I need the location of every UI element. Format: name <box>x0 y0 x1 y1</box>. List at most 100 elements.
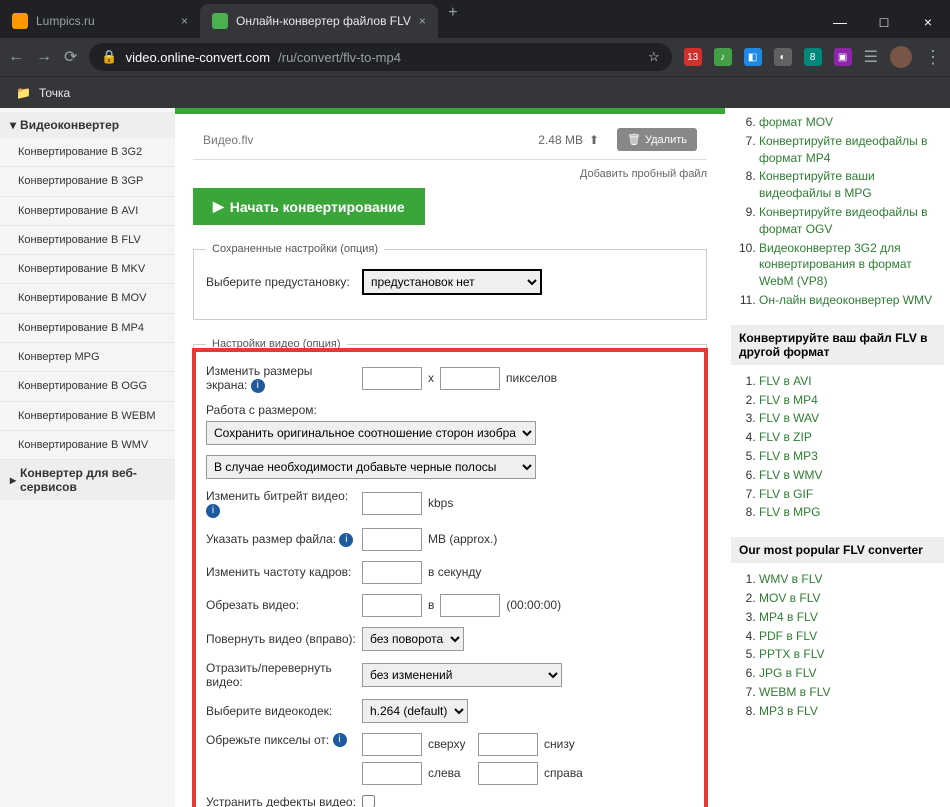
sidebar-item[interactable]: Конвертирование В MKV <box>0 255 175 284</box>
related-list-1: формат MOV Конвертируйте видеофайлы в фо… <box>735 114 940 309</box>
deinterlace-checkbox[interactable] <box>362 795 375 807</box>
deinterlace-label: Устранить дефекты видео: <box>206 795 356 807</box>
popular-list: WMV в FLV MOV в FLV MP4 в FLV PDF в FLV … <box>735 571 940 719</box>
bookmark-item[interactable]: Точка <box>39 86 70 100</box>
extension-icon[interactable]: ◧ <box>744 48 762 66</box>
popular-link[interactable]: MP4 в FLV <box>759 610 818 624</box>
cut-from-input[interactable] <box>362 594 422 617</box>
popular-link[interactable]: JPG в FLV <box>759 666 817 680</box>
url-path: /ru/convert/flv-to-mp4 <box>278 50 401 65</box>
cut-label: Обрезать видео: <box>206 598 356 612</box>
chrome-menu-icon[interactable]: ⋮ <box>924 47 942 68</box>
format-link[interactable]: FLV в MP4 <box>759 393 818 407</box>
crop-bottom-input[interactable] <box>478 733 538 756</box>
format-link[interactable]: FLV в WAV <box>759 411 819 425</box>
related-link[interactable]: формат MOV <box>759 115 833 129</box>
filesize-input[interactable] <box>362 528 422 551</box>
related-link[interactable]: Конвертируйте видеофайлы в формат MP4 <box>759 134 927 165</box>
sidebar-item[interactable]: Конвертирование В WMV <box>0 431 175 460</box>
cut-sep: в <box>428 598 434 612</box>
sidebar-item[interactable]: Конвертер MPG <box>0 343 175 372</box>
related-link[interactable]: Видеоконвертер 3G2 для конвертирования в… <box>759 241 912 289</box>
sidebar-section-webservices[interactable]: ▸ Конвертер для веб-сервисов <box>0 460 175 500</box>
info-icon[interactable]: i <box>251 379 265 393</box>
progress-bar <box>175 108 725 114</box>
sidebar-section-videoconverter[interactable]: ▾ Видеоконвертер <box>0 112 175 138</box>
back-icon[interactable]: ← <box>8 48 24 66</box>
crop-left-input[interactable] <box>362 762 422 785</box>
bars-select[interactable]: В случае необходимости добавьте черные п… <box>206 455 536 479</box>
popular-link[interactable]: PPTX в FLV <box>759 647 825 661</box>
minimize-icon[interactable]: — <box>818 6 862 38</box>
flip-select[interactable]: без изменений <box>362 663 562 687</box>
format-link[interactable]: FLV в WMV <box>759 468 823 482</box>
width-input[interactable] <box>362 367 422 390</box>
sidebar-item[interactable]: Конвертирование В AVI <box>0 197 175 226</box>
extension-icon[interactable]: ◐ <box>774 48 792 66</box>
filesize-label: Указать размер файла: i <box>206 532 356 547</box>
sidebar-item[interactable]: Конвертирование В MP4 <box>0 314 175 343</box>
info-icon[interactable]: i <box>206 504 220 518</box>
sidebar-item[interactable]: Конвертирование В 3G2 <box>0 138 175 167</box>
right-heading-popular: Our most popular FLV converter <box>731 537 944 563</box>
reload-icon[interactable]: ⟳ <box>64 47 77 67</box>
forward-icon[interactable]: → <box>36 48 52 66</box>
sidebar-item[interactable]: Конвертирование В WEBM <box>0 402 175 431</box>
popular-link[interactable]: PDF в FLV <box>759 629 817 643</box>
sidebar-item[interactable]: Конвертирование В FLV <box>0 226 175 255</box>
browser-tab-active[interactable]: Онлайн-конвертер файлов FLV × <box>200 4 438 38</box>
rotate-select[interactable]: без поворота <box>362 627 464 651</box>
sidebar-item[interactable]: Конвертирование В 3GP <box>0 167 175 196</box>
popular-link[interactable]: MP3 в FLV <box>759 704 818 718</box>
add-trial-file-link[interactable]: Добавить пробный файл <box>193 168 707 180</box>
close-icon[interactable]: × <box>181 14 188 28</box>
popular-link[interactable]: WEBM в FLV <box>759 685 831 699</box>
sidebar-item[interactable]: Конвертирование В OGG <box>0 372 175 401</box>
format-link[interactable]: FLV в MPG <box>759 505 821 519</box>
format-list: FLV в AVI FLV в MP4 FLV в WAV FLV в ZIP … <box>735 373 940 521</box>
delete-button[interactable]: 🗑 Удалить <box>617 128 697 151</box>
format-link[interactable]: FLV в MP3 <box>759 449 818 463</box>
bitrate-input[interactable] <box>362 492 422 515</box>
related-link[interactable]: Конвертируйте ваши видеофайлы в MPG <box>759 169 875 200</box>
related-link[interactable]: Он-лайн видеоконвертер WMV <box>759 293 932 307</box>
browser-toolbar: ← → ⟳ 🔒 video.online-convert.com/ru/conv… <box>0 38 950 76</box>
crop-label: Обрежьте пикселы от: i <box>206 733 356 748</box>
extension-icon[interactable]: 8 <box>804 48 822 66</box>
maximize-icon[interactable]: □ <box>862 6 906 38</box>
format-link[interactable]: FLV в ZIP <box>759 430 812 444</box>
trash-icon: 🗑 <box>627 133 641 146</box>
close-icon[interactable]: × <box>419 14 426 28</box>
sidebar-item[interactable]: Конвертирование В MOV <box>0 284 175 313</box>
new-tab-button[interactable]: + <box>438 4 468 38</box>
avatar[interactable] <box>890 46 912 68</box>
start-conversion-button[interactable]: ▶ Начать конвертирование <box>193 188 425 225</box>
close-window-icon[interactable]: × <box>906 6 950 38</box>
address-bar[interactable]: 🔒 video.online-convert.com/ru/convert/fl… <box>89 43 671 71</box>
format-link[interactable]: FLV в AVI <box>759 374 812 388</box>
format-link[interactable]: FLV в GIF <box>759 487 813 501</box>
height-input[interactable] <box>440 367 500 390</box>
extension-icon[interactable]: 13 <box>684 48 702 66</box>
related-link[interactable]: Конвертируйте видеофайлы в формат OGV <box>759 205 927 236</box>
cut-to-input[interactable] <box>440 594 500 617</box>
aspect-select[interactable]: Сохранить оригинальное соотношение сторо… <box>206 421 536 445</box>
fps-input[interactable] <box>362 561 422 584</box>
extension-icon[interactable]: ♪ <box>714 48 732 66</box>
start-label: Начать конвертирование <box>230 199 405 215</box>
star-icon[interactable]: ☆ <box>648 49 660 65</box>
crop-right-input[interactable] <box>478 762 538 785</box>
popular-link[interactable]: MOV в FLV <box>759 591 821 605</box>
pixels-label: пикселов <box>506 371 557 385</box>
popular-link[interactable]: WMV в FLV <box>759 572 823 586</box>
extension-icon[interactable]: ▣ <box>834 48 852 66</box>
preset-select[interactable]: предустановок нет <box>362 269 542 295</box>
crop-top-input[interactable] <box>362 733 422 756</box>
preset-label: Выберите предустановку: <box>206 275 356 289</box>
rotate-label: Повернуть видео (вправо): <box>206 632 356 646</box>
browser-tab-lumpics[interactable]: Lumpics.ru × <box>0 4 200 38</box>
codec-select[interactable]: h.264 (default) <box>362 699 468 723</box>
info-icon[interactable]: i <box>333 733 347 747</box>
info-icon[interactable]: i <box>339 533 353 547</box>
reading-list-icon[interactable]: ☰ <box>864 47 878 67</box>
